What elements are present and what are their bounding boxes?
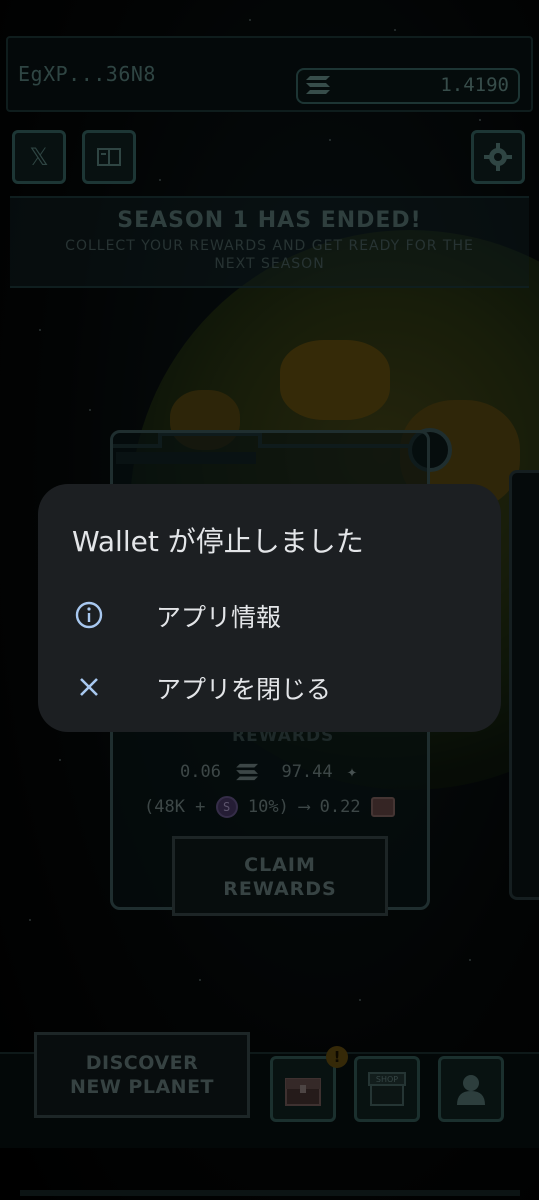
close-app-label: アプリを閉じる (156, 675, 332, 704)
app-stopped-dialog: Wallet が停止しました アプリ情報 アプリを閉じる (38, 484, 501, 732)
close-app-option[interactable]: アプリを閉じる (38, 656, 501, 720)
app-info-option[interactable]: アプリ情報 (38, 584, 501, 648)
dialog-title: Wallet が停止しました (72, 525, 364, 558)
app-info-label: アプリ情報 (156, 603, 282, 632)
close-icon (80, 678, 98, 696)
info-icon (75, 601, 103, 629)
